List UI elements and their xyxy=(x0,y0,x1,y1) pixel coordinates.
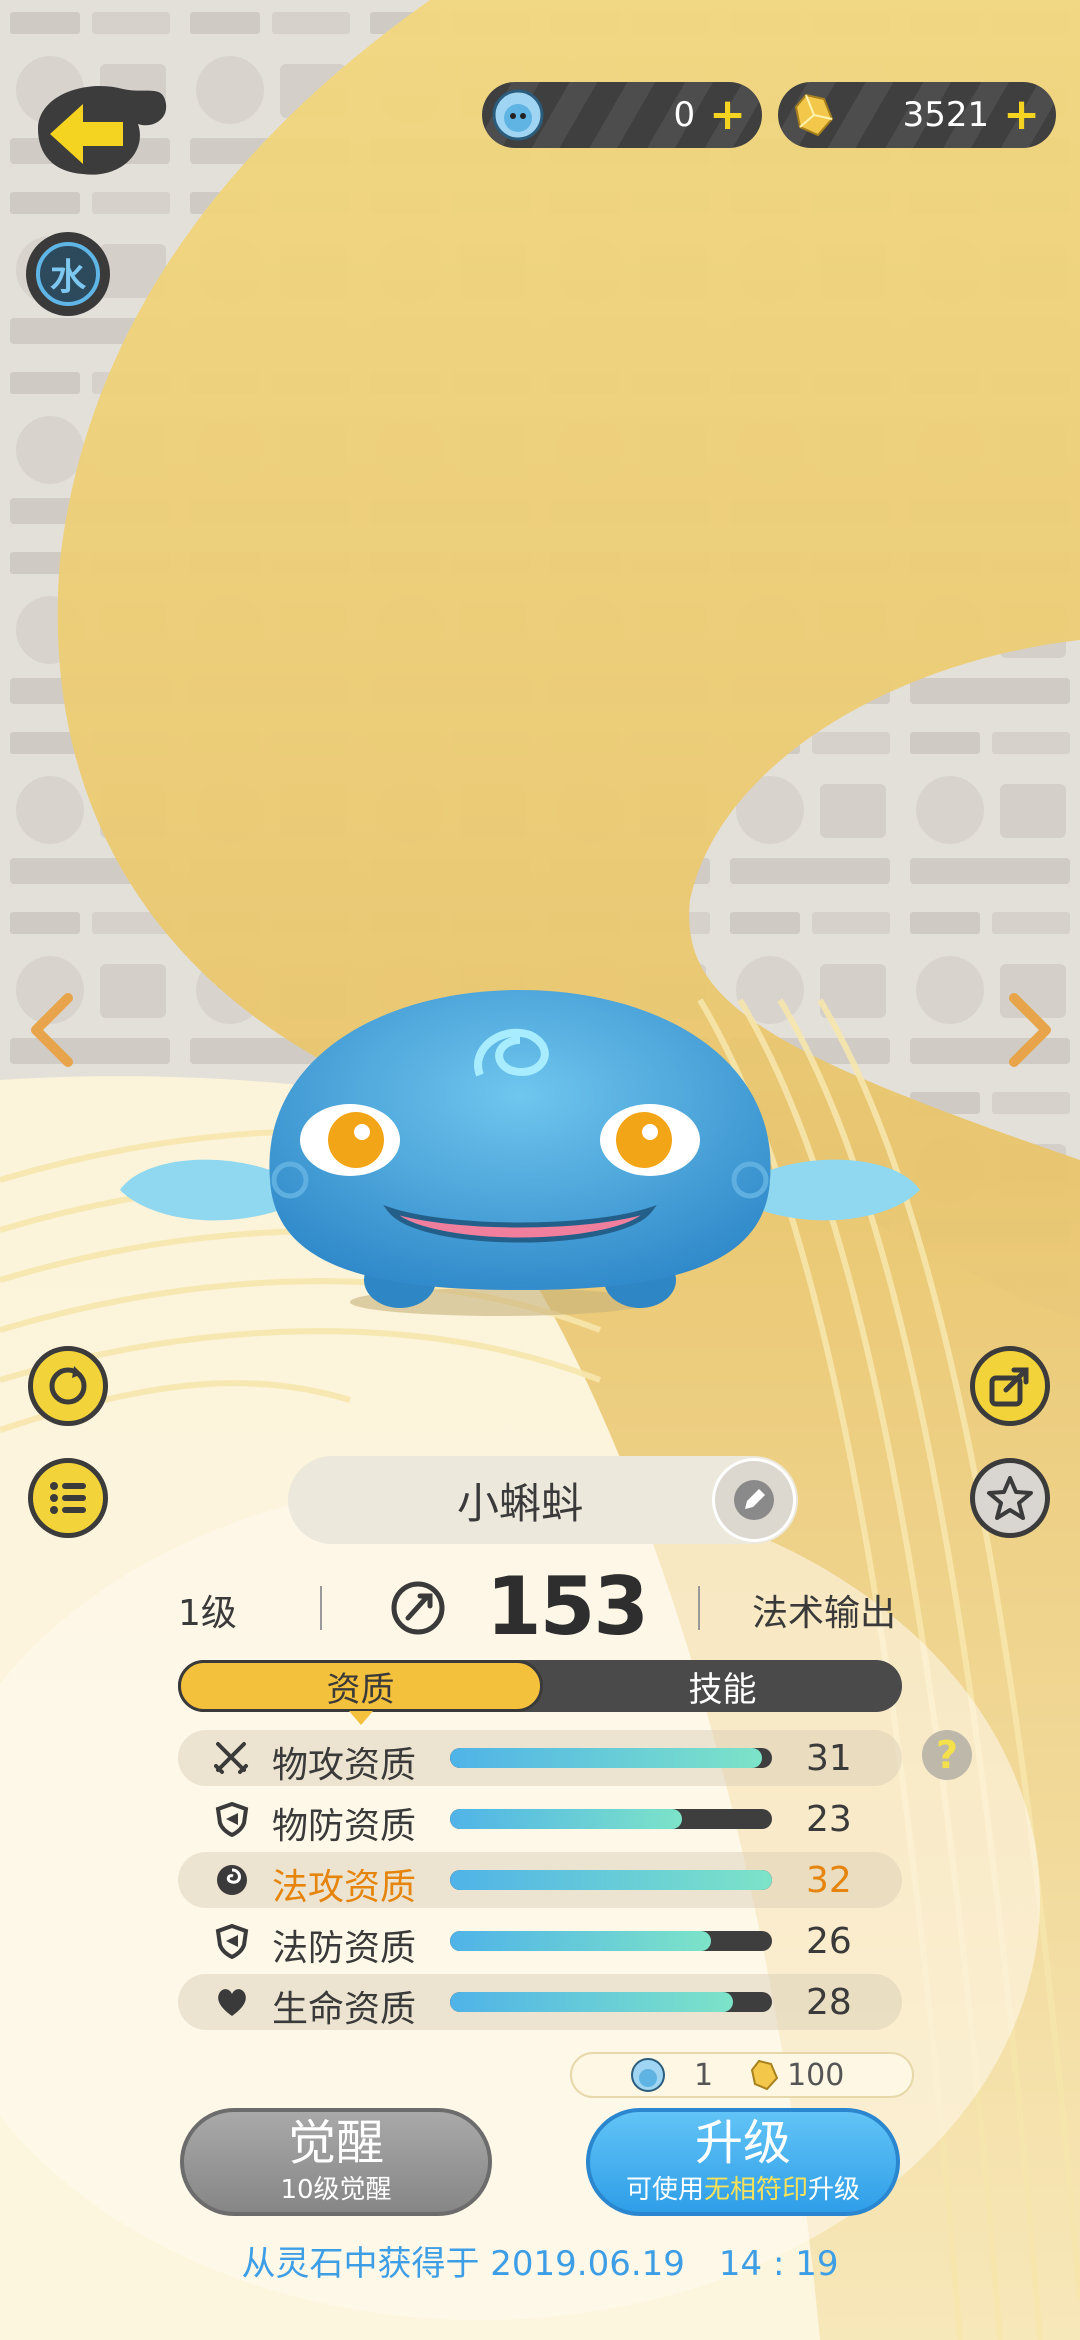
upgrade-sub-label: 可使用无相符印升级 xyxy=(626,2169,860,2206)
aptitude-bar-fill xyxy=(450,1931,711,1951)
tab-aptitude[interactable]: 资质 xyxy=(178,1660,543,1725)
pet-name-bar: 小蝌蚪 xyxy=(288,1456,798,1544)
pet-name: 小蝌蚪 xyxy=(456,1478,583,1528)
aptitude-value: 28 xyxy=(806,1982,852,2023)
element-badge: 水 xyxy=(26,232,110,316)
refresh-icon xyxy=(49,1366,87,1405)
crystal-icon xyxy=(786,87,842,143)
rename-button[interactable] xyxy=(712,1458,796,1542)
aptitude-label: 物防资质 xyxy=(272,1806,417,1847)
edit-pencil-icon xyxy=(734,1480,774,1520)
aptitude-row: 法防资质 26 xyxy=(178,1913,902,1969)
upgrade-button[interactable]: 升级 可使用无相符印升级 xyxy=(586,2108,900,2216)
star-icon xyxy=(987,1476,1033,1520)
pet-illustration xyxy=(120,990,920,1308)
share-button[interactable] xyxy=(970,1346,1050,1426)
cost-crystal-amount: 100 xyxy=(787,2057,845,2093)
aptitude-bar xyxy=(450,1931,772,1951)
aptitude-label: 法防资质 xyxy=(272,1928,417,1969)
aptitude-bar-fill xyxy=(450,1809,682,1829)
aptitude-value: 32 xyxy=(806,1860,852,1901)
spirit-orb-icon xyxy=(490,87,546,143)
upgrade-sub-prefix: 可使用 xyxy=(625,2174,704,2205)
back-button[interactable] xyxy=(28,74,168,184)
next-pet-button[interactable] xyxy=(1000,990,1060,1070)
swords-icon xyxy=(214,1742,248,1774)
detail-tabs: 资质 技能 xyxy=(178,1660,902,1725)
spirit-orb-count: 0 xyxy=(673,95,696,135)
aptitude-row: 法攻资质 32 xyxy=(178,1852,902,1908)
chevron-left-icon xyxy=(31,993,73,1067)
aptitude-bar xyxy=(450,1748,772,1768)
add-crystal-button[interactable]: + xyxy=(1003,93,1040,137)
share-icon xyxy=(989,1367,1029,1407)
add-spirit-orb-button[interactable]: + xyxy=(709,93,746,137)
acquisition-info: 从灵石中获得于 2019.06.19 14 : 19 xyxy=(241,2244,839,2284)
pet-level: 1级 xyxy=(178,1593,237,1634)
crystal-icon xyxy=(751,2059,779,2091)
spirit-orb-currency: 0 + xyxy=(482,82,762,148)
combat-power-value: 153 xyxy=(486,1560,649,1653)
aptitude-row: 物防资质 23 xyxy=(178,1791,902,1847)
pet-role: 法术输出 xyxy=(752,1593,897,1634)
combat-power-icon xyxy=(391,1581,445,1635)
favorite-button[interactable] xyxy=(970,1458,1050,1538)
aptitude-row: 生命资质 28 xyxy=(178,1974,902,2030)
element-label: 水 xyxy=(36,242,100,306)
cost-orb-amount: 1 xyxy=(694,2057,714,2093)
upgrade-sub-highlight: 无相符印 xyxy=(703,2174,808,2205)
aptitude-bar xyxy=(450,1809,772,1829)
aptitude-bar-fill xyxy=(450,1748,763,1768)
crystal-count: 3521 xyxy=(902,95,990,135)
shield-icon xyxy=(215,1801,249,1837)
aptitude-value: 23 xyxy=(806,1799,852,1840)
aptitude-label: 法攻资质 xyxy=(272,1867,417,1908)
awaken-button[interactable]: 觉醒 10级觉醒 xyxy=(180,2108,492,2216)
aptitude-row: 物攻资质 31 xyxy=(178,1730,902,1786)
aptitude-bar xyxy=(450,1992,772,2012)
crystal-currency: 3521 + xyxy=(778,82,1056,148)
chevron-right-icon xyxy=(1009,993,1051,1067)
upgrade-label: 升级 xyxy=(694,2115,791,2172)
divider xyxy=(698,1586,700,1630)
awaken-sub-label: 10级觉醒 xyxy=(280,2174,392,2205)
menu-list-button[interactable] xyxy=(28,1458,108,1538)
divider xyxy=(320,1586,322,1630)
aptitude-label: 生命资质 xyxy=(272,1989,417,2030)
list-icon xyxy=(50,1482,86,1514)
heart-icon xyxy=(218,1989,246,2016)
spirit-orb-icon xyxy=(631,2058,665,2092)
upgrade-cost: 1 100 xyxy=(570,2052,914,2098)
pet-summary-row: 1级 153 法术输出 xyxy=(0,1560,1080,1660)
aptitude-value: 26 xyxy=(806,1921,852,1962)
tab-skills[interactable]: 技能 xyxy=(543,1660,902,1712)
aptitude-bar-fill xyxy=(450,1870,772,1890)
aptitude-value: 31 xyxy=(806,1738,852,1779)
previous-pet-button[interactable] xyxy=(22,990,82,1070)
aptitude-bar xyxy=(450,1870,772,1890)
aptitude-label: 物攻资质 xyxy=(272,1745,417,1786)
upgrade-sub-suffix: 升级 xyxy=(808,2174,861,2205)
shield-icon xyxy=(215,1923,249,1959)
awaken-label: 觉醒 xyxy=(287,2115,384,2172)
aptitude-bar-fill xyxy=(450,1992,734,2012)
refresh-button[interactable] xyxy=(28,1346,108,1426)
help-button[interactable]: ? xyxy=(922,1730,972,1780)
magic-swirl-icon xyxy=(217,1865,247,1895)
